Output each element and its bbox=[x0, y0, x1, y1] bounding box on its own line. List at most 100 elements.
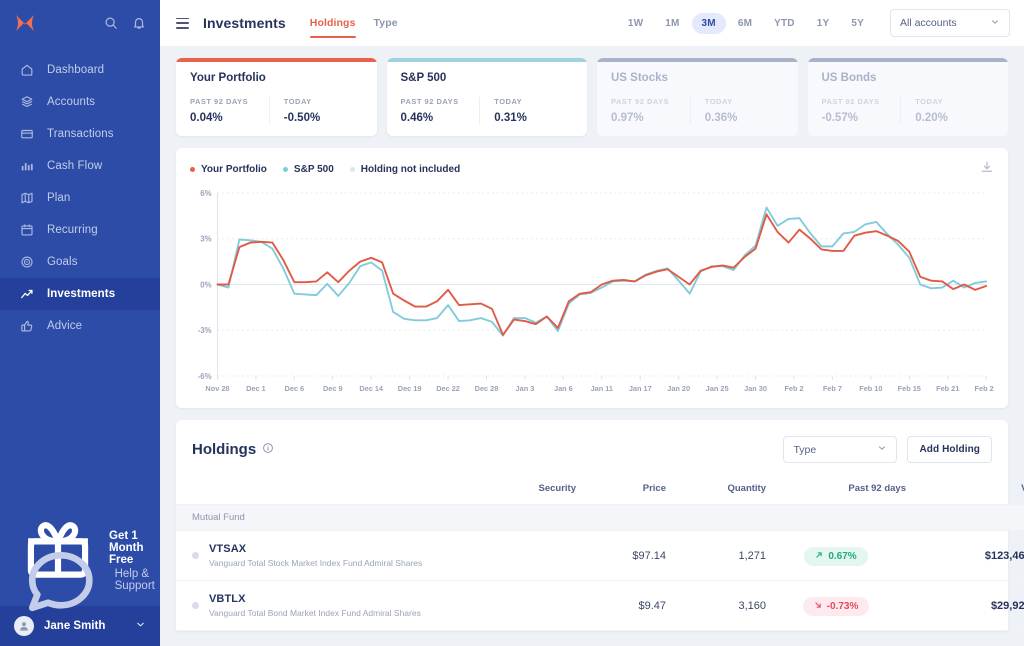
stat-label: PAST 92 DAYS bbox=[190, 97, 249, 106]
stat-value: -0.57% bbox=[821, 112, 858, 124]
quantity-cell: 1,271 bbox=[666, 530, 766, 581]
table-row[interactable]: VTSAX Vanguard Total Stock Market Index … bbox=[176, 530, 1024, 581]
add-holding-button[interactable]: Add Holding bbox=[907, 436, 992, 463]
type-filter-value: Type bbox=[793, 443, 817, 456]
sidebar-item-advice[interactable]: Advice bbox=[0, 310, 160, 342]
card-title: US Bonds bbox=[821, 72, 877, 84]
sidebar-item-plan[interactable]: Plan bbox=[0, 182, 160, 214]
map-icon bbox=[21, 192, 33, 204]
sidebar-item-recurring[interactable]: Recurring bbox=[0, 214, 160, 246]
holdings-actions: Type Add Holding bbox=[783, 436, 992, 463]
security-symbol: VTSAX bbox=[209, 543, 247, 555]
legend-label: S&P 500 bbox=[293, 164, 334, 175]
legend-item-sp500[interactable]: S&P 500 bbox=[282, 164, 334, 175]
tab-holdings[interactable]: Holdings bbox=[309, 0, 356, 46]
holdings-title-text: Holdings bbox=[192, 441, 257, 458]
svg-text:-3%: -3% bbox=[198, 326, 212, 335]
arrow-up-right-icon bbox=[815, 551, 823, 562]
chart-svg: 6% 3% 0% -3% -6% Nov 28 Dec 1 Dec 6 Dec 9 Dec 14 D… bbox=[198, 189, 994, 393]
svg-text:Feb 27: Feb 27 bbox=[975, 384, 994, 393]
app-root: Dashboard Accounts Transactions Cash Flo… bbox=[0, 0, 1024, 646]
stat-value: 0.97% bbox=[611, 112, 644, 124]
svg-text:Jan 20: Jan 20 bbox=[667, 384, 690, 393]
tab-type[interactable]: Type bbox=[374, 0, 398, 46]
sidebar-item-transactions[interactable]: Transactions bbox=[0, 118, 160, 150]
card-title: US Stocks bbox=[611, 72, 668, 84]
security-description: Vanguard Total Stock Market Index Fund A… bbox=[209, 558, 423, 568]
sidebar-item-accounts[interactable]: Accounts bbox=[0, 86, 160, 118]
legend-label: Holding not included bbox=[360, 164, 461, 175]
butterfly-logo[interactable] bbox=[14, 13, 36, 33]
range-6m[interactable]: 6M bbox=[728, 13, 762, 34]
range-1w[interactable]: 1W bbox=[618, 13, 653, 34]
value-cell: $29,925.20 bbox=[906, 580, 1024, 631]
svg-text:Dec 22: Dec 22 bbox=[436, 384, 460, 393]
main-area: Investments Holdings Type 1W 1M 3M 6M YT… bbox=[160, 0, 1024, 646]
svg-text:Dec 19: Dec 19 bbox=[398, 384, 422, 393]
svg-text:Jan 17: Jan 17 bbox=[629, 384, 652, 393]
column-header-security: Security bbox=[176, 477, 576, 505]
svg-text:Feb 7: Feb 7 bbox=[823, 384, 842, 393]
svg-text:Feb 15: Feb 15 bbox=[898, 384, 921, 393]
summary-card-sp500[interactable]: S&P 500 PAST 92 DAYS 0.46% TODAY 0.31% bbox=[386, 58, 587, 136]
svg-text:3%: 3% bbox=[200, 235, 211, 244]
topbar: Investments Holdings Type 1W 1M 3M 6M YT… bbox=[160, 0, 1024, 46]
column-header-value: Value bbox=[906, 477, 1024, 505]
card-icon bbox=[21, 129, 33, 139]
stat-label: TODAY bbox=[494, 97, 523, 106]
sidebar-item-label: Plan bbox=[47, 192, 71, 204]
sidebar-item-investments[interactable]: Investments bbox=[0, 278, 160, 310]
card-stat: PAST 92 DAYS 0.46% bbox=[401, 97, 480, 124]
arrow-down-right-icon bbox=[814, 601, 822, 612]
sidebar-item-label: Goals bbox=[47, 256, 78, 268]
change-cell: 0.67% bbox=[766, 530, 906, 581]
range-ytd[interactable]: YTD bbox=[764, 13, 805, 34]
content-area: Your Portfolio PAST 92 DAYS 0.04% TODAY … bbox=[160, 46, 1024, 646]
range-1y[interactable]: 1Y bbox=[807, 13, 840, 34]
svg-text:Jan 3: Jan 3 bbox=[516, 384, 535, 393]
summary-card-your-portfolio[interactable]: Your Portfolio PAST 92 DAYS 0.04% TODAY … bbox=[176, 58, 377, 136]
sidebar-item-cash-flow[interactable]: Cash Flow bbox=[0, 150, 160, 182]
security-dot-icon bbox=[192, 602, 199, 609]
chat-icon bbox=[28, 552, 93, 612]
summary-card-us-bonds[interactable]: US Bonds PAST 92 DAYS -0.57% TODAY 0.20% bbox=[807, 58, 1008, 136]
change-value: -0.73% bbox=[826, 600, 859, 612]
legend-label: Your Portfolio bbox=[201, 164, 267, 175]
card-stat: PAST 92 DAYS 0.04% bbox=[190, 97, 269, 124]
legend-dot-icon bbox=[282, 167, 288, 172]
type-filter-select[interactable]: Type bbox=[783, 436, 898, 463]
svg-text:Feb 10: Feb 10 bbox=[859, 384, 882, 393]
hamburger-icon[interactable] bbox=[176, 17, 189, 29]
sidebar-header bbox=[0, 0, 160, 46]
bars-icon bbox=[21, 162, 33, 171]
table-row[interactable]: VBTLX Vanguard Total Bond Market Index F… bbox=[176, 580, 1024, 631]
range-1m[interactable]: 1M bbox=[655, 13, 689, 34]
chart-plot-area[interactable]: 6% 3% 0% -3% -6% Nov 28 Dec 1 Dec 6 Dec 9 Dec 14 D… bbox=[190, 185, 994, 400]
download-icon[interactable] bbox=[980, 160, 994, 179]
legend-item-holding-not-included[interactable]: Holding not included bbox=[349, 164, 461, 175]
sidebar-item-goals[interactable]: Goals bbox=[0, 246, 160, 278]
group-row-mutual-fund: Mutual Fund bbox=[176, 504, 1024, 531]
sidebar-item-dashboard[interactable]: Dashboard bbox=[0, 54, 160, 86]
chevron-down-icon[interactable] bbox=[135, 617, 146, 635]
help-support-label: Help & Support bbox=[114, 568, 155, 592]
range-3m[interactable]: 3M bbox=[691, 12, 726, 34]
card-stat: TODAY 0.36% bbox=[689, 97, 784, 124]
legend-item-your-portfolio[interactable]: Your Portfolio bbox=[190, 164, 267, 175]
calendar-icon bbox=[21, 224, 33, 236]
range-5y[interactable]: 5Y bbox=[841, 13, 874, 34]
help-support-button[interactable]: Help & Support bbox=[0, 552, 160, 612]
svg-text:Feb 21: Feb 21 bbox=[936, 384, 959, 393]
bell-icon[interactable] bbox=[132, 16, 146, 30]
holdings-table-head: Security Price Quantity Past 92 days Val… bbox=[176, 477, 1024, 505]
card-stats: PAST 92 DAYS 0.46% TODAY 0.31% bbox=[401, 97, 574, 124]
change-cell: -0.73% bbox=[766, 580, 906, 631]
summary-card-us-stocks[interactable]: US Stocks PAST 92 DAYS 0.97% TODAY 0.36% bbox=[597, 58, 798, 136]
info-icon[interactable] bbox=[262, 441, 274, 458]
status-badge: -0.73% bbox=[802, 596, 870, 616]
chevron-down-icon bbox=[990, 17, 1000, 30]
card-stat: TODAY 0.31% bbox=[479, 97, 573, 124]
account-select[interactable]: All accounts bbox=[890, 9, 1010, 37]
security-cell: VBTLX Vanguard Total Bond Market Index F… bbox=[176, 580, 576, 631]
search-icon[interactable] bbox=[104, 16, 118, 30]
